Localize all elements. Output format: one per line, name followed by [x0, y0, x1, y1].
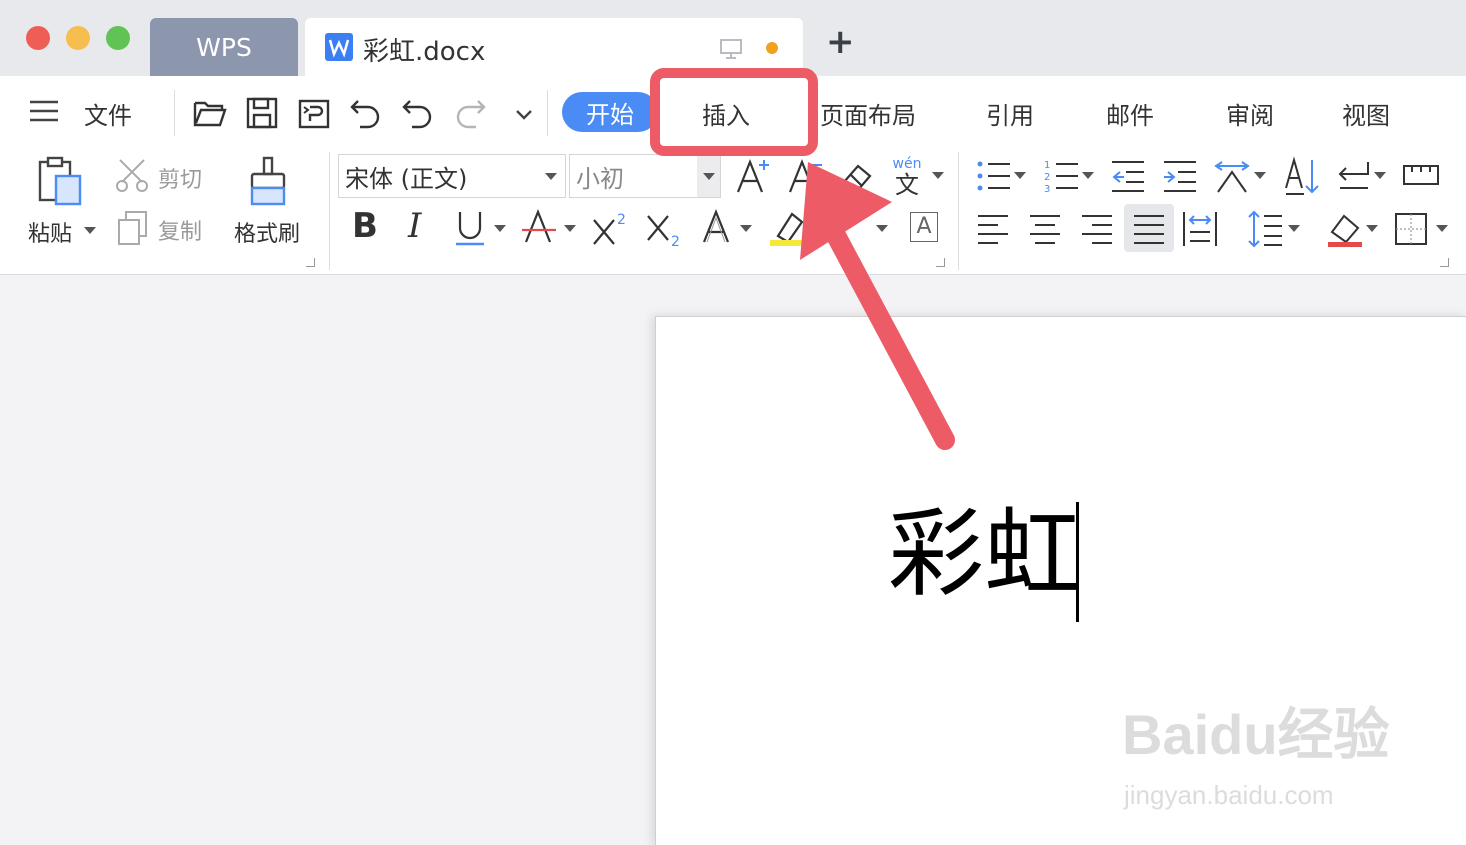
divider — [329, 152, 330, 270]
paste-icon[interactable] — [36, 156, 84, 208]
shading-caret-icon[interactable] — [1366, 225, 1378, 232]
word-doc-icon — [325, 33, 353, 61]
tab-label: 彩虹.docx — [363, 37, 486, 67]
grow-font-icon[interactable] — [734, 156, 774, 196]
tab-home[interactable]: 开始 — [562, 92, 658, 132]
svg-text:2: 2 — [671, 234, 680, 248]
tab-home-label: 开始 — [586, 100, 634, 129]
strikethrough-caret-icon[interactable] — [564, 225, 576, 232]
tab-mailings[interactable]: 邮件 — [1106, 96, 1154, 131]
italic-button[interactable]: I — [408, 206, 421, 246]
line-spacing-icon[interactable] — [1246, 210, 1284, 248]
tab-ruler-icon[interactable] — [1402, 160, 1440, 190]
cut-label[interactable]: 剪切 — [158, 162, 202, 194]
justify-icon — [1134, 215, 1164, 244]
shading-icon[interactable] — [1326, 210, 1364, 248]
hamburger-menu-icon[interactable] — [30, 99, 60, 123]
minimize-window-button[interactable] — [66, 26, 90, 50]
cut-icon[interactable] — [116, 158, 152, 192]
annotation-arrow-icon — [800, 162, 955, 450]
svg-text:2: 2 — [1044, 172, 1050, 183]
align-left-icon[interactable] — [976, 212, 1010, 246]
font-size-caret-icon[interactable] — [703, 173, 715, 180]
text-effects-caret-icon[interactable] — [740, 225, 752, 232]
copy-label[interactable]: 复制 — [158, 214, 202, 246]
paragraph-group-launcher-icon[interactable] — [1440, 258, 1449, 267]
unsaved-indicator-icon — [766, 42, 778, 54]
increase-indent-icon[interactable] — [1162, 158, 1198, 194]
paste-label[interactable]: 粘贴 — [28, 216, 72, 248]
font-size-value: 小初 — [576, 164, 624, 193]
tab-references[interactable]: 引用 — [986, 96, 1034, 131]
copy-icon[interactable] — [116, 210, 150, 246]
format-painter-label[interactable]: 格式刷 — [234, 216, 300, 248]
new-tab-button[interactable]: + — [826, 22, 855, 62]
text-effects-icon[interactable] — [700, 208, 736, 248]
font-family-caret-icon[interactable] — [545, 173, 557, 180]
underline-caret-icon[interactable] — [494, 225, 506, 232]
clipboard-group-launcher-icon[interactable] — [306, 258, 315, 267]
more-tools-chevron-icon[interactable] — [506, 95, 542, 131]
distributed-align-icon[interactable] — [1182, 210, 1218, 248]
file-menu[interactable]: 文件 — [84, 96, 132, 131]
line-spacing-caret-icon[interactable] — [1288, 225, 1300, 232]
sort-icon[interactable] — [1284, 156, 1320, 196]
paragraph-mark-caret-icon[interactable] — [1374, 172, 1386, 179]
annotation-highlight-box — [650, 68, 818, 156]
superscript-icon[interactable]: 2 — [590, 208, 630, 248]
underline-icon[interactable] — [454, 208, 490, 248]
format-painter-icon[interactable] — [248, 156, 288, 208]
strikethrough-icon[interactable] — [520, 208, 558, 248]
font-family-select[interactable]: 宋体 (正文) — [338, 154, 566, 198]
undo-history-icon[interactable] — [400, 95, 436, 131]
paragraph-mark-icon[interactable] — [1334, 158, 1374, 194]
tab-review[interactable]: 审阅 — [1226, 96, 1274, 131]
document-body-text[interactable]: 彩虹 — [888, 506, 1080, 602]
bullet-list-icon[interactable] — [976, 158, 1012, 194]
text-cursor — [1076, 502, 1079, 622]
bold-button[interactable]: B — [352, 206, 378, 246]
divider — [547, 90, 548, 136]
subscript-icon[interactable]: 2 — [644, 208, 684, 248]
open-folder-icon[interactable] — [192, 95, 228, 131]
numbered-list-caret-icon[interactable] — [1082, 172, 1094, 179]
redo-icon[interactable] — [452, 95, 488, 131]
svg-text:3: 3 — [1044, 184, 1050, 194]
borders-icon[interactable] — [1394, 212, 1428, 246]
save-icon[interactable] — [244, 95, 280, 131]
numbered-list-icon[interactable]: 1 2 3 — [1044, 158, 1080, 194]
align-right-icon[interactable] — [1080, 212, 1114, 246]
monitor-icon[interactable] — [719, 38, 743, 60]
tab-page-layout[interactable]: 页面布局 — [820, 96, 916, 131]
baidu-watermark-url: jingyan.baidu.com — [1124, 780, 1334, 810]
justify-button[interactable] — [1124, 204, 1174, 252]
align-center-icon[interactable] — [1028, 212, 1062, 246]
bullet-list-caret-icon[interactable] — [1014, 172, 1026, 179]
tab-view[interactable]: 视图 — [1342, 96, 1390, 131]
close-window-button[interactable] — [26, 26, 50, 50]
text-direction-icon[interactable] — [1212, 158, 1252, 194]
paste-dropdown-caret-icon[interactable] — [84, 227, 96, 234]
text-direction-caret-icon[interactable] — [1254, 172, 1266, 179]
divider — [174, 90, 175, 136]
tab-label: WPS — [196, 32, 252, 62]
zoom-window-button[interactable] — [106, 26, 130, 50]
tab-wps-home[interactable]: WPS — [150, 18, 298, 76]
svg-text:2: 2 — [617, 212, 626, 228]
undo-icon[interactable] — [348, 95, 384, 131]
font-family-value: 宋体 (正文) — [345, 164, 468, 193]
baidu-watermark-logo: Baidu经验 — [1122, 703, 1390, 766]
title-bar: WPS 彩虹.docx + — [0, 0, 1466, 76]
export-pdf-icon[interactable] — [296, 95, 332, 131]
decrease-indent-icon[interactable] — [1110, 158, 1146, 194]
svg-text:1: 1 — [1044, 160, 1050, 171]
borders-caret-icon[interactable] — [1436, 225, 1448, 232]
